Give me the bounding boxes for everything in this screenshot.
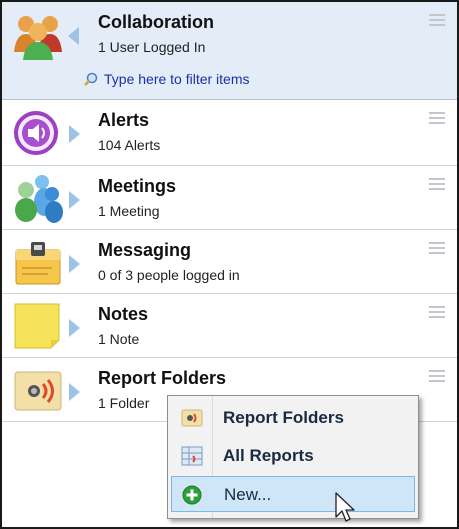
expand-arrow-icon[interactable] [69,255,80,273]
item-title: Alerts [98,110,150,130]
menu-item-all-reports[interactable]: All Reports [171,438,415,474]
item-title: Report Folders [98,368,227,388]
drag-handle-icon[interactable] [429,112,445,124]
collaboration-panel: Collaboration 1 User Logged In Type here… [0,0,459,529]
messaging-clipboard-icon [12,236,64,288]
menu-item-new[interactable]: New... [171,476,415,512]
drag-handle-icon[interactable] [429,178,445,190]
item-title: Messaging [98,240,192,260]
collapse-arrow-icon[interactable] [68,27,79,45]
drag-handle-icon[interactable] [429,242,445,254]
drag-handle-icon[interactable] [429,14,445,26]
item-subtitle: 104 Alerts [98,137,161,153]
filter-input[interactable]: Type here to filter items [84,71,250,89]
expand-arrow-icon[interactable] [69,191,80,209]
expand-arrow-icon[interactable] [69,383,80,401]
collaboration-header[interactable]: Collaboration 1 User Logged In Type here… [2,2,457,100]
list-item-notes[interactable]: Notes 1 Note [2,294,457,358]
item-subtitle: 1 Meeting [98,203,160,219]
alerts-speaker-icon [12,107,64,159]
add-green-icon [182,485,204,505]
report-folder-icon [12,364,64,416]
item-subtitle: 1 Folder [98,395,150,411]
expand-arrow-icon[interactable] [69,319,80,337]
header-title: Collaboration [98,12,214,32]
mouse-cursor-icon [335,492,357,527]
list-item-alerts[interactable]: Alerts 104 Alerts [2,100,457,166]
list-item-messaging[interactable]: Messaging 0 of 3 people logged in [2,230,457,294]
collaboration-users-icon [12,10,64,62]
list-item-meetings[interactable]: Meetings 1 Meeting [2,166,457,230]
all-reports-icon [181,446,203,466]
item-title: Notes [98,304,149,324]
search-icon [84,72,98,89]
filter-placeholder: Type here to filter items [104,71,250,87]
menu-item-label: Report Folders [223,408,344,427]
item-subtitle: 1 Note [98,331,140,347]
drag-handle-icon[interactable] [429,370,445,382]
header-subtitle: 1 User Logged In [98,39,206,55]
menu-item-report-folders[interactable]: Report Folders [171,400,415,436]
menu-item-label: New... [224,485,272,504]
item-subtitle: 0 of 3 people logged in [98,267,240,283]
menu-item-label: All Reports [223,446,314,465]
context-menu: Report Folders All Reports New... [167,395,419,519]
expand-arrow-icon[interactable] [69,125,80,143]
drag-handle-icon[interactable] [429,306,445,318]
item-title: Meetings [98,176,177,196]
sticky-note-icon [12,300,64,352]
report-folder-icon [181,408,203,428]
meetings-people-icon [12,172,64,224]
